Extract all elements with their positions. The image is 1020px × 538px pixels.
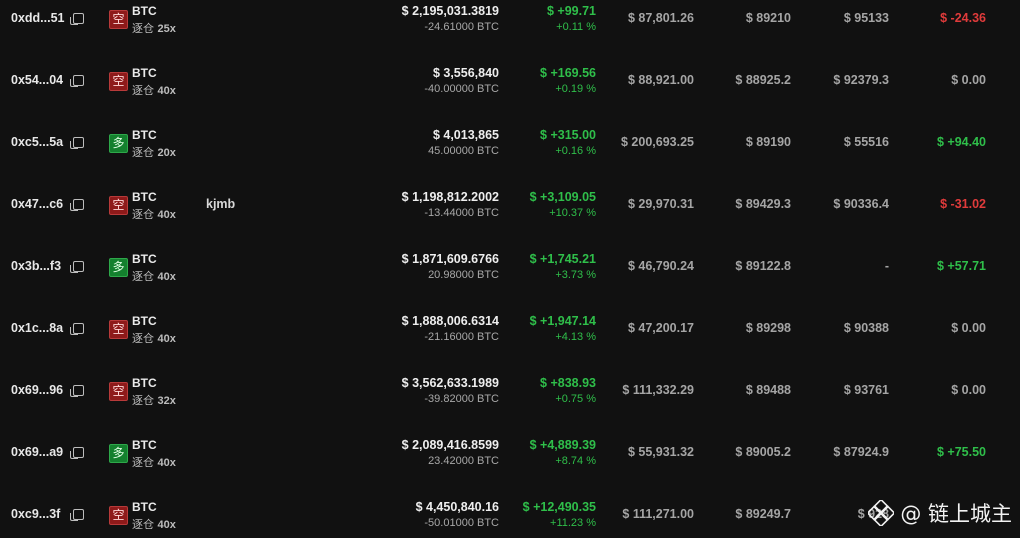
positions-table: 0xdd...51 空 BTC 逐仓 25x $ 2,195,031.3819 … [0,0,1020,531]
coin-symbol: BTC [132,66,157,80]
pnl-percent: +11.23 % [550,517,596,529]
coin-symbol: BTC [132,190,157,204]
position-side-badge: 空 [109,506,128,525]
table-row: 0xc9...3f 空 BTC 逐仓 40x $ 4,450,840.16 -5… [0,452,1020,531]
unrealized-pnl: $ +4,889.39 [529,438,596,452]
table-row: 0x3b...f3 多 BTC 逐仓 40x $ 1,871,609.6766 … [0,204,1020,283]
table-row: 0x69...96 空 BTC 逐仓 32x $ 3,562,633.1989 … [0,328,1020,407]
position-value: $ 2,195,031.3819 [401,4,499,18]
position-value: $ 1,198,812.2002 [401,190,499,204]
position-value: $ 1,871,609.6766 [401,252,499,266]
table-row: 0xc5...5a 多 BTC 逐仓 20x $ 4,013,865 45.00… [0,80,1020,159]
unrealized-pnl: $ +99.71 [546,4,596,18]
entry-price: $ 111,271.00 [622,507,694,521]
position-value: $ 4,450,840.16 [415,500,499,514]
position-value: $ 1,888,006.6314 [401,314,499,328]
binance-square-logo-icon [868,500,895,526]
coin-symbol: BTC [132,500,157,514]
table-row: 0xdd...51 空 BTC 逐仓 25x $ 2,195,031.3819 … [0,0,1020,35]
position-value: $ 3,556,840 [432,66,499,80]
unrealized-pnl: $ +838.93 [540,376,596,390]
coin-symbol: BTC [132,4,157,18]
wallet-address[interactable]: 0xc9...3f [11,507,60,521]
table-row: 0x54...04 空 BTC 逐仓 40x $ 3,556,840 -40.0… [0,18,1020,97]
coin-symbol: BTC [132,438,157,452]
position-value: $ 2,089,416.8599 [401,438,499,452]
watermark: @ 链上城主 [868,498,1012,528]
coin-symbol: BTC [132,314,157,328]
coin-symbol: BTC [132,376,157,390]
mark-price: $ 89249.7 [735,507,791,521]
unrealized-pnl: $ +12,490.35 [522,500,596,514]
table-row: 0x1c...8a 空 BTC 逐仓 40x $ 1,888,006.6314 … [0,266,1020,345]
unrealized-pnl: $ +1,947.14 [529,314,596,328]
table-row: 0x47...c6 空 BTC 逐仓 40x kjmb $ 1,198,812.… [0,142,1020,221]
margin-mode-leverage: 逐仓 40x [132,518,176,531]
unrealized-pnl: $ +3,109.05 [529,190,596,204]
copy-icon[interactable] [70,509,84,521]
watermark-text: @ 链上城主 [900,502,1012,526]
position-size: -50.01000 BTC [424,517,499,529]
coin-symbol: BTC [132,128,157,142]
coin-symbol: BTC [132,252,157,266]
unrealized-pnl: $ +169.56 [540,66,596,80]
table-row: 0x69...a9 多 BTC 逐仓 40x $ 2,089,416.8599 … [0,390,1020,469]
unrealized-pnl: $ +1,745.21 [529,252,596,266]
unrealized-pnl: $ +315.00 [540,128,596,142]
position-value: $ 3,562,633.1989 [401,376,499,390]
position-value: $ 4,013,865 [432,128,499,142]
